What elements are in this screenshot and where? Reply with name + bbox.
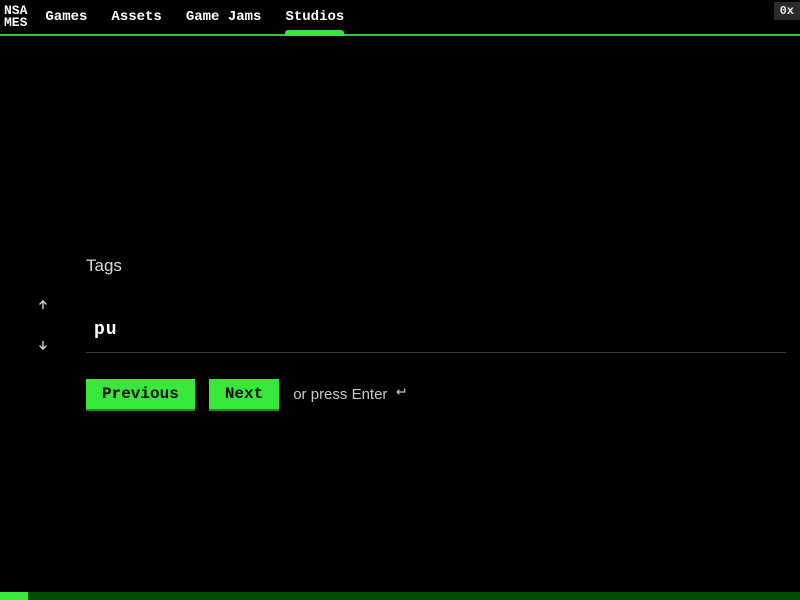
tags-input[interactable]	[86, 314, 786, 353]
progress-bar-track	[0, 592, 800, 600]
field-label-tags: Tags	[86, 256, 786, 276]
enter-hint: or press Enter	[293, 385, 407, 403]
nav-item-games[interactable]: Games	[45, 0, 87, 34]
nav-item-studios[interactable]: Studios	[285, 0, 344, 34]
step-nav-arrows	[34, 298, 52, 356]
arrow-up-icon	[36, 298, 50, 317]
progress-bar-fill	[0, 592, 28, 600]
top-navbar: NSA MES Games Assets Game Jams Studios 0…	[0, 0, 800, 36]
nav-label: Game Jams	[186, 9, 262, 25]
nav-label: Assets	[111, 9, 161, 25]
form-step-tags: Tags Previous Next or press Enter	[86, 256, 786, 409]
main-content: Tags Previous Next or press Enter	[0, 38, 800, 600]
main-nav: Games Assets Game Jams Studios	[45, 0, 344, 34]
arrow-down-icon	[36, 338, 50, 357]
header-badge[interactable]: 0x	[774, 2, 800, 20]
nav-item-assets[interactable]: Assets	[111, 0, 161, 34]
nav-label: Games	[45, 9, 87, 25]
step-up-button[interactable]	[34, 298, 52, 316]
nav-label: Studios	[285, 9, 344, 25]
nav-item-game-jams[interactable]: Game Jams	[186, 0, 262, 34]
step-button-row: Previous Next or press Enter	[86, 379, 786, 409]
next-button[interactable]: Next	[209, 379, 279, 409]
hint-text: or press Enter	[293, 386, 387, 403]
previous-button[interactable]: Previous	[86, 379, 195, 409]
brand-logo: NSA MES	[4, 5, 27, 29]
enter-key-icon	[393, 385, 407, 403]
step-down-button[interactable]	[34, 338, 52, 356]
